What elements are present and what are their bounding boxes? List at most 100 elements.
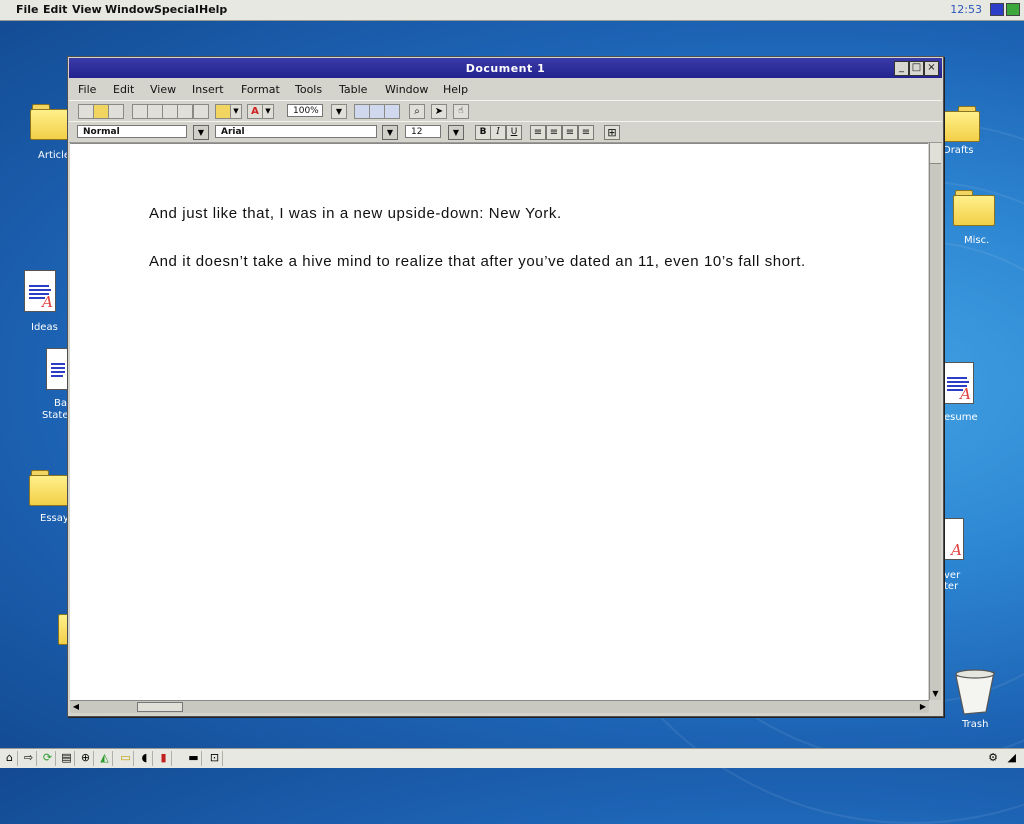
minimize-button[interactable]: _ [894, 61, 909, 76]
app-menu-file[interactable]: File [78, 83, 96, 96]
zoom-field[interactable]: 100% [287, 104, 323, 117]
trash-icon [955, 669, 995, 715]
app-menu-table[interactable]: Table [339, 83, 367, 96]
app-menu-help[interactable]: Help [443, 83, 468, 96]
find-icon[interactable]: ⌕ [409, 104, 425, 119]
speaker-icon[interactable]: ◖ [137, 751, 153, 766]
settings-icon[interactable]: ⚙ [988, 751, 998, 764]
menu-file[interactable]: File [16, 3, 39, 16]
keyboard-icon[interactable]: ▬ [186, 751, 202, 766]
chevron-down-icon[interactable]: ▼ [230, 104, 242, 119]
scroll-down-arrow-icon[interactable]: ▼ [930, 688, 941, 700]
network-icon[interactable] [990, 3, 1004, 16]
system-menubar: File Edit View Window Special Help 12:53 [0, 0, 1024, 21]
desktop-icon-label: ter [944, 581, 959, 592]
document-window: Document 1 _ □ × File Edit View Insert F… [67, 56, 944, 717]
align-right-icon[interactable]: ≡ [562, 125, 578, 140]
chevron-down-icon[interactable]: ▼ [382, 125, 398, 140]
document-icon: A [942, 518, 964, 560]
standard-toolbar: ▼ A ▼ 100% ▼ ⌕ ➤ ☝ [69, 100, 942, 122]
copy-icon[interactable] [132, 104, 148, 119]
align-left-icon[interactable]: ≡ [530, 125, 546, 140]
desktop-icon-label: Ba [54, 398, 67, 409]
folder-icon [29, 470, 71, 506]
arrow-right-icon[interactable]: ⇨ [21, 751, 37, 766]
hand-icon[interactable]: ☝ [453, 104, 469, 119]
cut-icon[interactable] [162, 104, 178, 119]
home-icon[interactable]: ⌂ [2, 751, 18, 766]
font-select[interactable]: Arial [215, 125, 377, 138]
horizontal-scrollbar[interactable]: ◀ ▶ [70, 700, 929, 713]
save-icon[interactable] [108, 104, 124, 119]
desktop-icon-label: esume [944, 412, 978, 423]
folder-icon [938, 106, 980, 142]
underline-button[interactable]: U [506, 125, 522, 140]
document-icon: A [942, 362, 974, 404]
document-icon: A [24, 270, 56, 312]
folder-icon [30, 104, 72, 140]
chevron-down-icon[interactable]: ▼ [448, 125, 464, 140]
taskbar: ⌂ ⇨ ⟳ ▤ ⊕ ◭ ▭ ◖ ▮ ▬ ⊡ ⚙ ◢ [0, 748, 1024, 768]
open-folder-icon[interactable] [93, 104, 109, 119]
zoom-dropdown-icon[interactable]: ▼ [331, 104, 347, 119]
new-document-icon[interactable] [78, 104, 94, 119]
document-icon [46, 348, 68, 390]
menu-view[interactable]: View [72, 3, 102, 16]
app-menu-insert[interactable]: Insert [192, 83, 224, 96]
desktop-icon-label: Trash [962, 719, 989, 730]
maximize-button[interactable]: □ [909, 61, 924, 76]
app-menu-window[interactable]: Window [385, 83, 428, 96]
print-icon[interactable] [193, 104, 209, 119]
font-size-select[interactable]: 12 [405, 125, 441, 138]
paste-icon[interactable] [147, 104, 163, 119]
pointer-icon[interactable]: ➤ [431, 104, 447, 119]
vertical-scrollbar[interactable]: ▼ [929, 143, 941, 700]
lock-icon[interactable]: ⊡ [207, 751, 223, 766]
app-menu-edit[interactable]: Edit [113, 83, 134, 96]
image-icon[interactable] [177, 104, 193, 119]
align-center-icon[interactable]: ≡ [546, 125, 562, 140]
font-color-icon[interactable]: A [247, 104, 263, 119]
globe-icon[interactable]: ⊕ [78, 751, 94, 766]
document-icon[interactable]: ▤ [59, 751, 75, 766]
app-menubar: File Edit View Insert Format Tools Table… [69, 79, 942, 99]
scroll-thumb[interactable] [930, 143, 941, 164]
chevron-down-icon[interactable]: ▼ [262, 104, 274, 119]
justify-icon[interactable]: ≡ [578, 125, 594, 140]
document-paragraph[interactable]: And just like that, I was in a new upsid… [149, 202, 839, 226]
formatting-toolbar: Normal ▼ Arial ▼ 12 ▼ B I U ≡ ≡ ≡ ≡ ⊞ [69, 121, 942, 143]
folder-icon[interactable]: ▭ [118, 751, 134, 766]
user-icon[interactable] [1006, 3, 1020, 16]
menu-special[interactable]: Special [154, 3, 199, 16]
scroll-left-arrow-icon[interactable]: ◀ [70, 701, 82, 713]
highlight-icon[interactable] [215, 104, 231, 119]
frame-icon[interactable] [384, 104, 400, 119]
close-button[interactable]: × [924, 61, 939, 76]
bold-button[interactable]: B [475, 125, 491, 140]
menu-help[interactable]: Help [199, 3, 227, 16]
scroll-thumb[interactable] [137, 702, 183, 712]
table-grid-icon[interactable] [354, 104, 370, 119]
refresh-icon[interactable]: ⟳ [40, 751, 56, 766]
chart-icon[interactable]: ◭ [97, 751, 113, 766]
chevron-down-icon[interactable]: ▼ [193, 125, 209, 140]
desktop-icon-label: Article [38, 150, 71, 161]
device-icon[interactable]: ▮ [156, 751, 172, 766]
app-menu-tools[interactable]: Tools [295, 83, 322, 96]
columns-icon[interactable] [369, 104, 385, 119]
menu-window[interactable]: Window [105, 3, 154, 16]
signal-icon[interactable]: ◢ [1008, 751, 1016, 764]
table-icon[interactable]: ⊞ [604, 125, 620, 140]
app-menu-view[interactable]: View [150, 83, 176, 96]
style-select[interactable]: Normal [77, 125, 187, 138]
document-page[interactable]: And just like that, I was in a new upsid… [70, 143, 928, 701]
document-paragraph[interactable]: And it doesn’t take a hive mind to reali… [149, 250, 839, 274]
clock: 12:53 [950, 3, 982, 16]
window-title: Document 1 [465, 62, 546, 75]
window-titlebar[interactable]: Document 1 _ □ × [69, 58, 942, 78]
app-menu-format[interactable]: Format [241, 83, 280, 96]
menu-edit[interactable]: Edit [43, 3, 67, 16]
scroll-right-arrow-icon[interactable]: ▶ [917, 701, 929, 713]
italic-button[interactable]: I [490, 125, 506, 140]
folder-icon [953, 190, 995, 226]
